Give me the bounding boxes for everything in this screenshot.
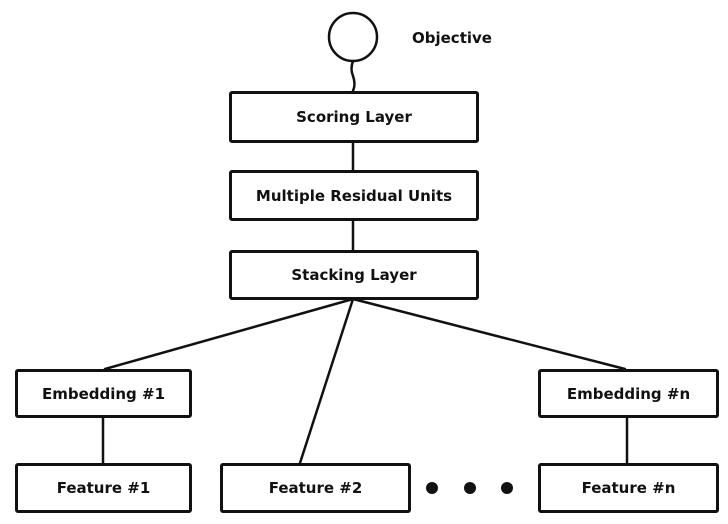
objective-node <box>327 11 379 63</box>
edge-stacking-feature2 <box>298 297 355 465</box>
residual-units-box: Multiple Residual Units <box>229 170 479 221</box>
feature-n-box: Feature #n <box>538 463 719 513</box>
stacking-layer-box: Stacking Layer <box>229 250 479 300</box>
edge-objective-scoring <box>350 59 356 93</box>
embedding-n-box: Embedding #n <box>538 369 719 418</box>
objective-label: Objective <box>412 29 492 47</box>
edge-stacking-embedding1 <box>103 297 355 371</box>
scoring-layer-box: Scoring Layer <box>229 91 479 143</box>
feature-1-box: Feature #1 <box>15 463 192 513</box>
embedding-1-box: Embedding #1 <box>15 369 192 418</box>
edge-stacking-embeddingn <box>351 297 627 371</box>
ellipsis-dots <box>426 482 513 494</box>
feature-2-box: Feature #2 <box>220 463 411 513</box>
